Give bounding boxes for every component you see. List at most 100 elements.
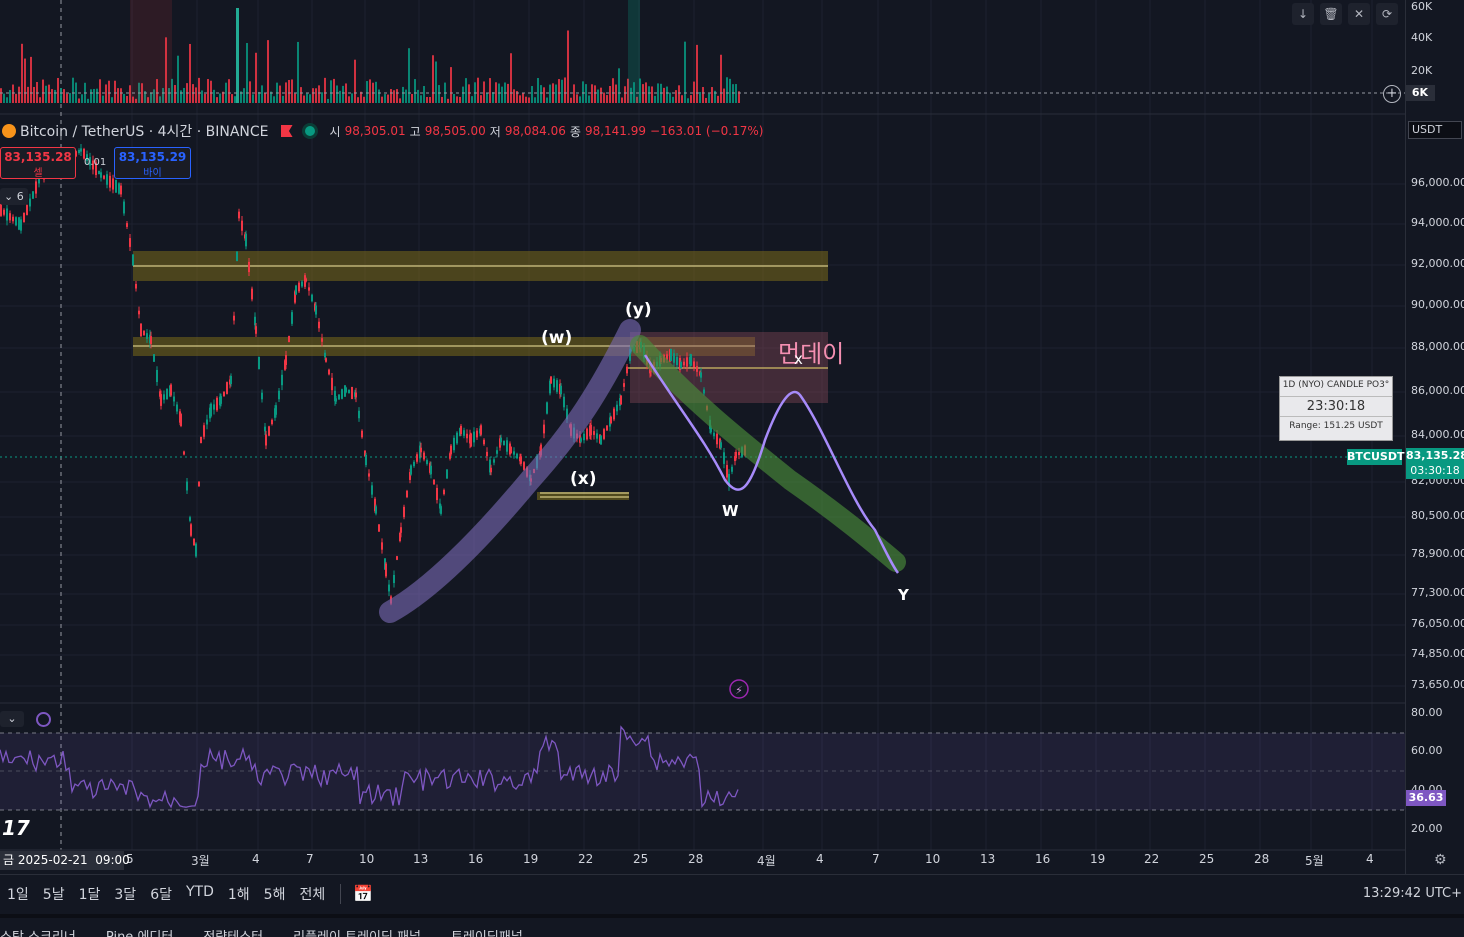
- candle-body: [355, 392, 357, 398]
- candle-body: [368, 473, 370, 477]
- candle-body: [510, 446, 512, 454]
- volume-bar: [576, 94, 578, 103]
- settings-gear-icon[interactable]: ⚙: [1434, 852, 1447, 868]
- candle-body: [12, 216, 14, 222]
- candle-body: [403, 506, 405, 518]
- candle-body: [460, 425, 462, 435]
- calendar-icon[interactable]: 📅: [353, 884, 373, 903]
- currency-label[interactable]: USDT: [1408, 121, 1462, 139]
- candle-body: [29, 198, 31, 207]
- indicator-collapse-button[interactable]: ⌄ 6: [0, 188, 28, 205]
- wave-label-w[interactable]: (w): [541, 328, 572, 348]
- panel-tab[interactable]: 리플레이 트레이딩 패널: [293, 926, 421, 937]
- candle-widget[interactable]: 1D (NYO) CANDLE PO3° 23:30:18 Range: 151…: [1279, 376, 1393, 441]
- volume-bar: [618, 68, 620, 103]
- candle-body: [616, 404, 618, 412]
- volume-bar: [261, 85, 263, 103]
- indicator-count: 6: [16, 190, 24, 203]
- candle-body: [716, 433, 718, 445]
- monday-label[interactable]: 먼데이: [778, 334, 844, 369]
- volume-bar: [30, 56, 32, 103]
- symbol-legend[interactable]: Bitcoin / TetherUS · 4시간 · BINANCE 시 98,3…: [0, 122, 767, 140]
- volume-bar: [492, 92, 494, 103]
- candle-body: [156, 369, 158, 383]
- volume-bar: [525, 96, 527, 103]
- volume-bar: [678, 85, 680, 103]
- range-button[interactable]: 1달: [79, 884, 101, 904]
- volume-highlight: [130, 0, 172, 103]
- volume-bar: [453, 94, 455, 103]
- candle-body: [9, 213, 11, 221]
- candle-body: [410, 465, 412, 475]
- time-axis-label: 19: [523, 852, 539, 866]
- volume-bar: [318, 85, 320, 103]
- volume-bar: [711, 87, 713, 103]
- volume-bar: [585, 84, 587, 103]
- volume-bar: [681, 95, 683, 103]
- wave-label-y[interactable]: (y): [625, 300, 652, 320]
- sync-icon[interactable]: [36, 712, 51, 727]
- volume-bar: [243, 88, 245, 103]
- volume-bar: [693, 81, 695, 103]
- sell-button[interactable]: 83,135.28 셀: [0, 147, 76, 179]
- volume-bar: [378, 89, 380, 103]
- volume-bar: [114, 80, 116, 103]
- volume-bar: [429, 97, 431, 103]
- range-button[interactable]: 6달: [150, 884, 172, 904]
- range-button[interactable]: 1일: [7, 884, 29, 904]
- volume-bars: [0, 0, 740, 104]
- panel-tab[interactable]: 트레이딩패널: [451, 926, 523, 937]
- maximize-icon[interactable]: ⟳: [1376, 3, 1398, 25]
- volume-bar: [702, 87, 704, 103]
- candle-body: [140, 323, 142, 337]
- volume-bar: [291, 79, 293, 103]
- candle-body: [176, 404, 178, 412]
- volume-bar: [351, 93, 353, 103]
- candle-body: [713, 432, 715, 437]
- volume-bar: [513, 89, 515, 103]
- volume-bar: [663, 87, 665, 103]
- candle-body: [513, 451, 515, 455]
- flag-icon[interactable]: [280, 125, 293, 137]
- candle-body: [236, 251, 238, 262]
- wave-label-x[interactable]: (x): [570, 469, 597, 489]
- range-button[interactable]: 5날: [43, 884, 65, 904]
- wave-label-big-w[interactable]: W: [722, 502, 739, 520]
- panel-tab[interactable]: Pine 에디터: [106, 926, 173, 937]
- time-axis-label: 25: [1199, 852, 1215, 866]
- add-plus-icon[interactable]: +: [1383, 85, 1401, 103]
- trash-icon[interactable]: 🗑: [1320, 3, 1342, 25]
- volume-bar: [69, 93, 71, 103]
- rsi-axis-label: 20.00: [1411, 822, 1443, 835]
- candle-body: [500, 437, 502, 443]
- buy-button[interactable]: 83,135.29 바이: [114, 147, 191, 179]
- close-icon[interactable]: ✕: [1348, 3, 1370, 25]
- candle-body: [416, 454, 418, 462]
- range-button[interactable]: YTD: [186, 884, 214, 904]
- move-down-icon[interactable]: ↓: [1292, 3, 1314, 25]
- wave-label-big-y[interactable]: Y: [898, 586, 909, 604]
- tradingview-logo-icon[interactable]: 17: [2, 816, 30, 840]
- range-button[interactable]: 1해: [228, 884, 250, 904]
- time-axis-label: 13: [413, 852, 429, 866]
- volume-bar: [390, 89, 392, 103]
- candle-body: [170, 384, 172, 396]
- price-axis-label: 73,650.00: [1411, 678, 1464, 691]
- range-button[interactable]: 5해: [264, 884, 286, 904]
- volume-bar: [36, 81, 38, 103]
- candle-body: [255, 326, 257, 334]
- range-button[interactable]: 전체: [299, 884, 325, 904]
- candle-body: [520, 456, 522, 464]
- candle-body: [153, 354, 155, 362]
- volume-bar: [564, 77, 566, 103]
- panel-tab[interactable]: 스탁 스크리너: [0, 926, 76, 937]
- panel-tab[interactable]: 전략테스터: [203, 926, 263, 937]
- range-button[interactable]: 3달: [114, 884, 136, 904]
- rsi-axis-label: 80.00: [1411, 706, 1443, 719]
- candle-body: [516, 453, 518, 459]
- volume-bar: [231, 94, 233, 103]
- clock[interactable]: 13:29:42 UTC+: [1363, 886, 1462, 901]
- candle-body: [381, 542, 383, 550]
- wave-label-small-x[interactable]: x: [794, 350, 803, 368]
- rsi-collapse-button[interactable]: ⌄: [0, 711, 24, 727]
